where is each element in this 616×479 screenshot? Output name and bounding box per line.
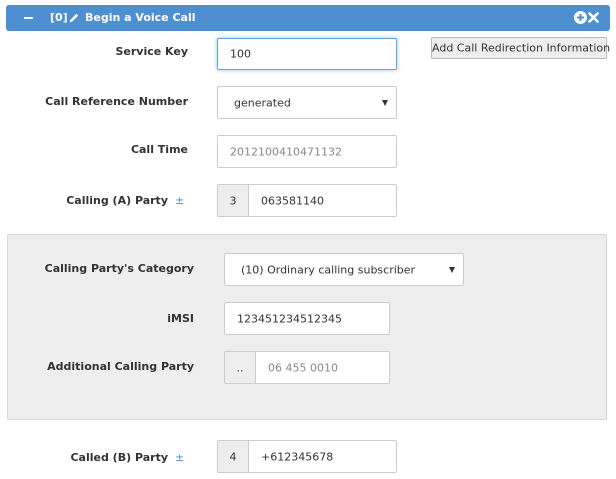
call-time-label: Call Time xyxy=(130,143,188,156)
pencil-icon[interactable] xyxy=(68,12,80,24)
chevron-down-icon xyxy=(449,266,455,273)
imsi-input[interactable]: 123451234512345 xyxy=(224,302,390,335)
calling-party-label: Calling (A) Party xyxy=(66,194,168,207)
service-key-input[interactable]: 100 xyxy=(217,38,397,70)
service-key-label: Service Key xyxy=(115,45,188,58)
calling-party-toggle[interactable]: ± xyxy=(175,194,184,207)
called-party-value: +612345678 xyxy=(261,450,334,463)
called-party-toggle[interactable]: ± xyxy=(175,451,184,464)
category-value: (10) Ordinary calling subscriber xyxy=(241,263,416,276)
chevron-down-icon xyxy=(382,99,388,106)
call-time-placeholder: 2012100410471132 xyxy=(230,145,342,158)
category-label: Calling Party's Category xyxy=(44,262,194,275)
called-party-prefix-value: 4 xyxy=(229,450,237,463)
call-reference-select[interactable]: generated xyxy=(217,86,397,119)
service-key-value: 100 xyxy=(230,47,251,61)
add-call-redirection-label: Add Call Redirection Information xyxy=(432,41,611,55)
close-icon[interactable] xyxy=(588,11,599,24)
calling-party-prefix[interactable]: 3 xyxy=(218,185,249,216)
add-call-redirection-button[interactable]: Add Call Redirection Information xyxy=(431,37,611,59)
called-party-prefix[interactable]: 4 xyxy=(218,441,249,472)
section-title: Begin a Voice Call xyxy=(85,11,196,24)
minus-icon[interactable] xyxy=(24,17,33,19)
calling-party-value: 063581140 xyxy=(261,194,324,207)
called-party-label: Called (B) Party xyxy=(70,451,168,464)
call-reference-value: generated xyxy=(234,96,291,109)
additional-calling-party-label: Additional Calling Party xyxy=(47,360,194,373)
calling-party-input[interactable]: 3 063581140 xyxy=(217,184,397,217)
section-header: [0] Begin a Voice Call xyxy=(6,5,610,31)
call-time-input[interactable]: 2012100410471132 xyxy=(217,135,397,168)
call-reference-label: Call Reference Number xyxy=(45,95,188,108)
imsi-label: iMSI xyxy=(167,312,194,325)
imsi-value: 123451234512345 xyxy=(237,312,342,325)
additional-calling-party-prefix-value: .. xyxy=(236,361,244,374)
header-actions xyxy=(574,11,600,25)
calling-party-prefix-value: 3 xyxy=(229,194,237,207)
additional-calling-party-placeholder: 06 455 0010 xyxy=(268,361,338,374)
additional-calling-party-input[interactable]: .. 06 455 0010 xyxy=(224,351,390,384)
section-index: [0] xyxy=(50,11,68,24)
plus-circle-icon[interactable] xyxy=(574,11,587,24)
category-select[interactable]: (10) Ordinary calling subscriber xyxy=(224,253,464,286)
additional-calling-party-prefix[interactable]: .. xyxy=(225,352,256,383)
called-party-input[interactable]: 4 +612345678 xyxy=(217,440,397,473)
